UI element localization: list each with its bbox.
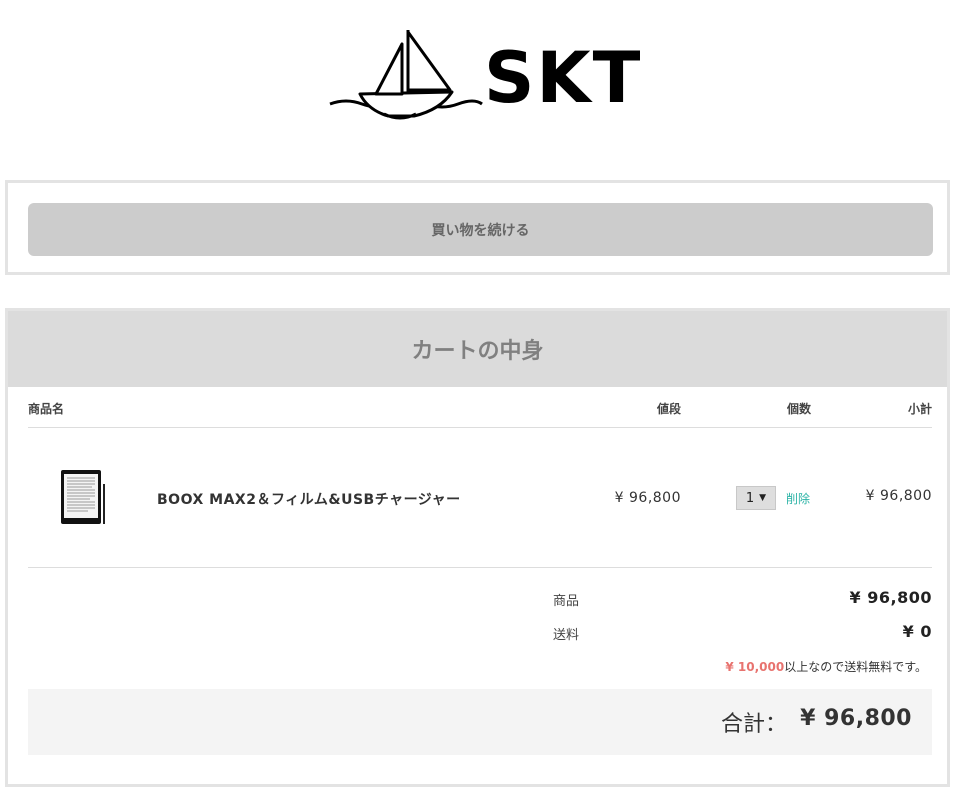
column-header-name: 商品名 (28, 402, 65, 416)
delete-item-link[interactable]: 削除 (786, 490, 810, 507)
free-shipping-note: ¥ 10,000以上なので送料無料です。 (725, 658, 927, 675)
column-header-quantity: 個数 (786, 402, 811, 416)
quantity-value: 1 (745, 490, 755, 506)
product-name[interactable]: BOOX MAX2＆フィルム&USBチャージャー (157, 489, 461, 509)
products-total-value: ¥ 96,800 (849, 588, 932, 607)
cart-title: カートの中身 (8, 311, 947, 387)
items-divider (28, 567, 932, 568)
sailboat-icon (329, 30, 483, 120)
continue-shopping-button[interactable]: 買い物を続ける (28, 203, 933, 256)
ereader-icon (61, 470, 105, 524)
column-header-price: 値段 (656, 402, 681, 416)
chevron-down-icon: ▼ (759, 493, 767, 503)
grand-total-label: 合計： (720, 712, 787, 737)
continue-shopping-panel: 買い物を続ける (5, 180, 950, 275)
shipping-label: 送料 (553, 628, 580, 643)
cart-panel: カートの中身 商品名 値段 個数 小計 BOOX MAX2＆フィルム&USBチャ… (5, 308, 950, 787)
free-shipping-threshold: ¥ 10,000 (725, 660, 785, 674)
product-subtotal: ¥ 96,800 (865, 488, 932, 504)
free-shipping-text: 以上なので送料無料です。 (784, 660, 927, 674)
product-thumbnail[interactable] (52, 466, 122, 536)
column-header-subtotal: 小計 (907, 402, 932, 416)
brand-name: SKT (484, 37, 643, 119)
shipping-value: ¥ 0 (902, 622, 932, 641)
header-divider (28, 427, 932, 428)
grand-total-value: ¥ 96,800 (800, 706, 912, 731)
quantity-select[interactable]: 1 ▼ (736, 486, 776, 510)
product-price: ¥ 96,800 (614, 490, 681, 506)
brand-logo[interactable]: SKT (328, 28, 640, 123)
products-total-label: 商品 (553, 594, 580, 609)
grand-total-bar: 合計： ¥ 96,800 (28, 689, 932, 755)
